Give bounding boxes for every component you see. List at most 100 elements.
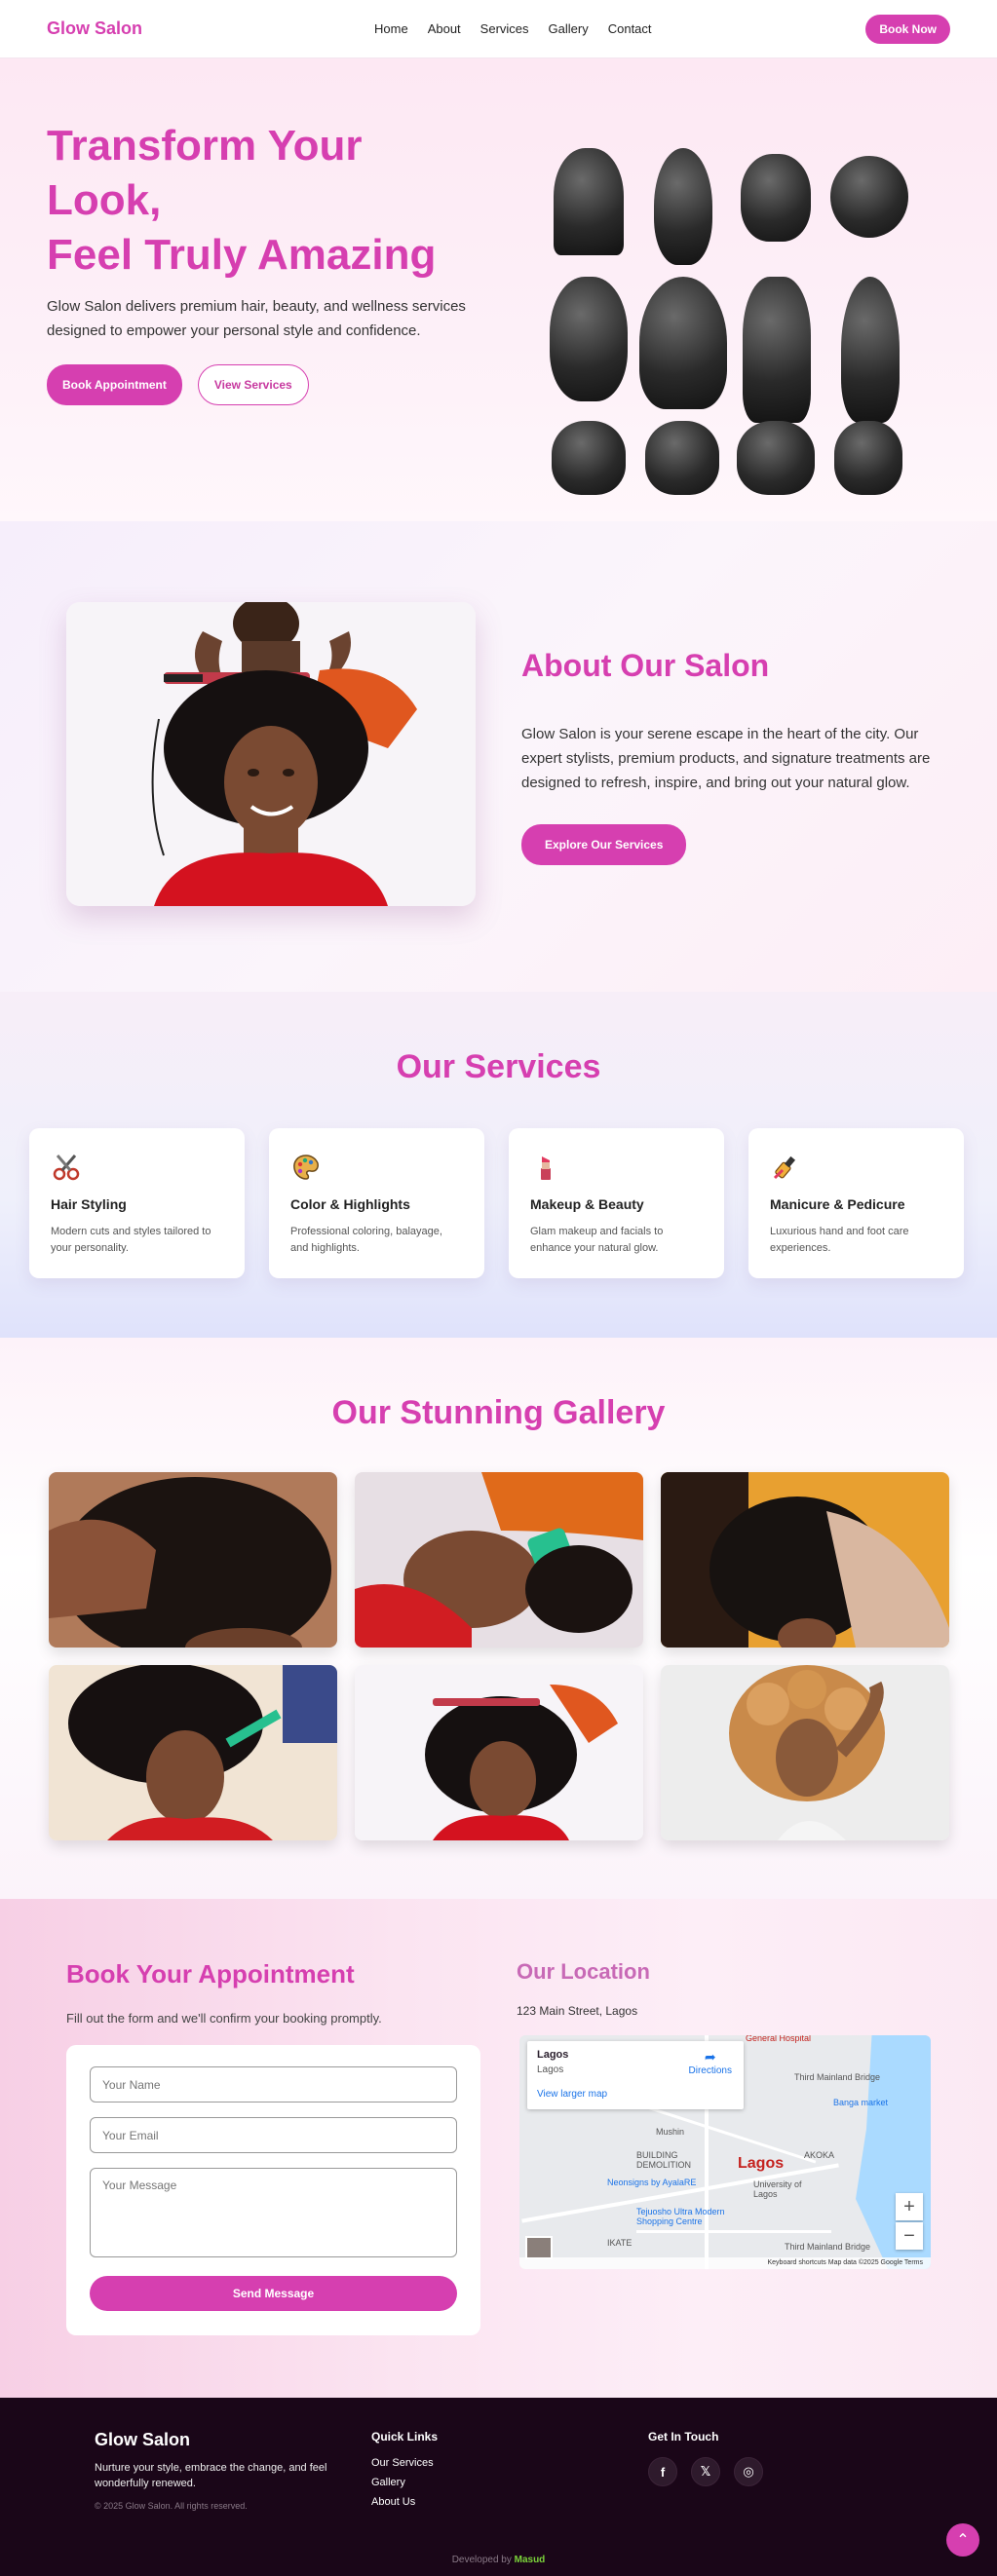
zoom-out-button[interactable]: − bbox=[896, 2222, 923, 2250]
wig-top-bun bbox=[741, 154, 811, 242]
social-links: f 𝕏 ◎ bbox=[648, 2457, 763, 2486]
top-navbar: Glow Salon Home About Services Gallery C… bbox=[0, 0, 997, 58]
map-label: BUILDING DEMOLITION bbox=[636, 2150, 692, 2170]
site-footer: Glow Salon Nurture your style, embrace t… bbox=[0, 2398, 997, 2576]
map-label: AKOKA bbox=[804, 2150, 835, 2160]
wig-swept bbox=[737, 421, 815, 495]
nav-link-home[interactable]: Home bbox=[374, 21, 408, 36]
map-label: Third Mainland Bridge bbox=[785, 2242, 871, 2252]
footer-quick-links: Quick Links Our Services Gallery About U… bbox=[371, 2430, 438, 2516]
services-grid: Hair Styling Modern cuts and styles tail… bbox=[29, 1128, 964, 1278]
gallery-image-5[interactable] bbox=[355, 1665, 643, 1840]
gallery-image-4[interactable] bbox=[49, 1665, 337, 1840]
wig-bangs bbox=[554, 148, 624, 255]
footer-link-services[interactable]: Our Services bbox=[371, 2457, 438, 2469]
lipstick-icon bbox=[530, 1152, 561, 1183]
about-section: About Our Salon Glow Salon is your seren… bbox=[0, 521, 997, 992]
location-title: Our Location bbox=[517, 1959, 650, 1984]
nail-polish-icon bbox=[770, 1152, 801, 1183]
chevron-up-icon: ⌃ bbox=[956, 2532, 970, 2549]
service-name: Manicure & Pedicure bbox=[770, 1196, 905, 1212]
map-label: General Hospital bbox=[746, 2035, 812, 2043]
map-label: Mushin bbox=[656, 2127, 685, 2137]
send-message-button[interactable]: Send Message bbox=[90, 2276, 457, 2311]
service-name: Makeup & Beauty bbox=[530, 1196, 644, 1212]
hero-section: Transform Your Look, Feel Truly Amazing … bbox=[0, 58, 997, 521]
hero-buttons: Book Appointment View Services bbox=[47, 364, 309, 405]
developer-credit: Developed by Masud bbox=[0, 2555, 997, 2565]
scroll-to-top-button[interactable]: ⌃ bbox=[946, 2523, 979, 2557]
hero-title-line2: Look, bbox=[47, 176, 162, 224]
services-section: Our Services Hair Styling Modern cuts an… bbox=[0, 992, 997, 1338]
booking-section: Book Your Appointment Fill out the form … bbox=[0, 1899, 997, 2398]
map-label: University of Lagos bbox=[753, 2179, 802, 2199]
palette-icon bbox=[290, 1152, 322, 1183]
gallery-grid bbox=[49, 1472, 949, 1840]
dev-name[interactable]: Masud bbox=[515, 2555, 546, 2565]
message-textarea[interactable] bbox=[90, 2168, 457, 2257]
location-address: 123 Main Street, Lagos bbox=[517, 2004, 638, 2018]
map-label: Third Mainland Bridge bbox=[794, 2072, 881, 2082]
directions-label: Directions bbox=[688, 2065, 732, 2076]
about-photo bbox=[66, 602, 476, 906]
booking-form: Send Message bbox=[66, 2045, 480, 2335]
map-place-card: Lagos Lagos View larger map ➦ Directions bbox=[527, 2041, 744, 2109]
nav-link-about[interactable]: About bbox=[428, 21, 461, 36]
footer-link-gallery[interactable]: Gallery bbox=[371, 2477, 438, 2488]
twitter-icon[interactable]: 𝕏 bbox=[691, 2457, 720, 2486]
name-input[interactable] bbox=[90, 2066, 457, 2102]
map-label: Tejuosho Ultra Modern Shopping Centre bbox=[636, 2207, 725, 2226]
directions-button[interactable]: ➦ Directions bbox=[689, 2049, 732, 2076]
wig-curly-long bbox=[550, 277, 628, 401]
gallery-image-1[interactable] bbox=[49, 1472, 337, 1648]
nav-link-gallery[interactable]: Gallery bbox=[549, 21, 589, 36]
gallery-section: Our Stunning Gallery bbox=[0, 1338, 997, 1899]
map-label: IKATE bbox=[607, 2238, 633, 2248]
book-appointment-button[interactable]: Book Appointment bbox=[47, 364, 182, 405]
booking-lead: Fill out the form and we'll confirm your… bbox=[66, 2011, 382, 2026]
explore-services-button[interactable]: Explore Our Services bbox=[521, 824, 687, 865]
book-now-button[interactable]: Book Now bbox=[865, 14, 950, 44]
view-services-button[interactable]: View Services bbox=[197, 364, 309, 405]
hero-title-line3: Feel Truly Amazing bbox=[47, 231, 437, 279]
about-title: About Our Salon bbox=[521, 648, 770, 683]
service-card-manicure-pedicure[interactable]: Manicure & Pedicure Luxurious hand and f… bbox=[748, 1128, 964, 1278]
wig-pixie bbox=[834, 421, 902, 495]
nav-link-contact[interactable]: Contact bbox=[608, 21, 652, 36]
gallery-image-3[interactable] bbox=[661, 1472, 949, 1648]
email-input[interactable] bbox=[90, 2117, 457, 2153]
hero-title: Transform Your Look, Feel Truly Amazing bbox=[47, 119, 495, 283]
hero-hairstyles-image bbox=[546, 148, 936, 511]
instagram-icon[interactable]: ◎ bbox=[734, 2457, 763, 2486]
brand-logo[interactable]: Glow Salon bbox=[47, 19, 142, 39]
service-card-makeup-beauty[interactable]: Makeup & Beauty Glam makeup and facials … bbox=[509, 1128, 724, 1278]
gallery-image-2[interactable] bbox=[355, 1472, 643, 1648]
services-title: Our Services bbox=[396, 1048, 601, 1085]
zoom-in-button[interactable]: + bbox=[896, 2193, 923, 2220]
hero-text: Glow Salon delivers premium hair, beauty… bbox=[47, 298, 466, 339]
street-view-thumbnail[interactable] bbox=[525, 2236, 553, 2259]
location-map[interactable]: General Hospital Third Mainland Bridge B… bbox=[519, 2035, 931, 2269]
view-larger-map-link[interactable]: View larger map bbox=[537, 2089, 734, 2100]
gallery-image-6[interactable] bbox=[661, 1665, 949, 1840]
wig-braid-bun bbox=[654, 148, 712, 265]
footer-link-about[interactable]: About Us bbox=[371, 2496, 438, 2508]
wig-puffs bbox=[830, 156, 908, 238]
nav-link-services[interactable]: Services bbox=[480, 21, 529, 36]
footer-tagline: Nurture your style, embrace the change, … bbox=[95, 2462, 327, 2489]
map-road bbox=[636, 2230, 831, 2233]
contact-title: Get In Touch bbox=[648, 2430, 719, 2443]
hero-title-line1: Transform Your bbox=[47, 122, 363, 170]
service-desc: Luxurious hand and foot care experiences… bbox=[770, 1226, 909, 1254]
facebook-icon[interactable]: f bbox=[648, 2457, 677, 2486]
wig-wavy bbox=[639, 277, 727, 409]
service-desc: Modern cuts and styles tailored to your … bbox=[51, 1226, 211, 1254]
service-card-hair-styling[interactable]: Hair Styling Modern cuts and styles tail… bbox=[29, 1128, 245, 1278]
dev-prefix: Developed by bbox=[451, 2555, 512, 2565]
map-label: Neonsigns by AyalaRE bbox=[607, 2178, 697, 2187]
service-card-color-highlights[interactable]: Color & Highlights Professional coloring… bbox=[269, 1128, 484, 1278]
footer-copyright: © 2025 Glow Salon. All rights reserved. bbox=[95, 2501, 248, 2511]
map-footer: Keyboard shortcuts Map data ©2025 Google… bbox=[519, 2257, 931, 2269]
map-city-label: Lagos bbox=[738, 2155, 785, 2172]
wig-side-braid bbox=[841, 277, 900, 423]
